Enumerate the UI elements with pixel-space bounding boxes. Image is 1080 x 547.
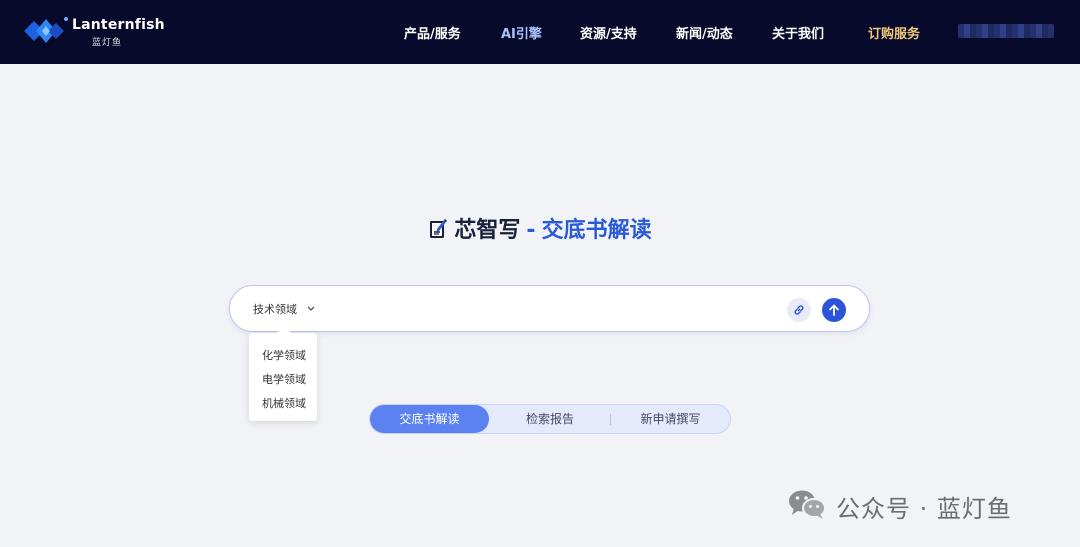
tech-domain-label: 技术领域 — [253, 303, 297, 316]
dropdown-option-chemistry[interactable]: 化学领域 — [262, 347, 306, 363]
title-product-name: 芯智写 — [454, 218, 521, 243]
query-box: 技术领域 — [229, 285, 880, 332]
nav-news[interactable]: 新闻/动态 — [676, 23, 733, 42]
tab-disclosure-interpretation[interactable]: 交底书解读 — [370, 405, 489, 433]
watermark-text: 公众号 · 蓝灯鱼 — [836, 495, 1012, 523]
tab-search-report[interactable]: 检索报告 — [490, 405, 610, 433]
top-navigation-bar: Lanternfish 蓝灯鱼 产品/服务 AI引擎 资源/支持 新闻/动态 关… — [0, 0, 1080, 64]
nav-resources[interactable]: 资源/支持 — [580, 23, 637, 42]
tab-new-application-drafting[interactable]: 新申请撰写 — [611, 405, 730, 433]
tech-domain-dropdown: 化学领域 电学领域 机械领域 — [249, 325, 317, 421]
page-title: 芯智写 - 交底书解读 — [0, 212, 1080, 246]
main-nav: 产品/服务 AI引擎 资源/支持 新闻/动态 关于我们 订购服务 — [0, 0, 1080, 64]
nav-ai-engine[interactable]: AI引擎 — [501, 23, 542, 42]
title-separator: - — [526, 218, 536, 243]
title-feature-name: 交底书解读 — [541, 218, 652, 243]
dropdown-option-electrical[interactable]: 电学领域 — [262, 371, 306, 387]
chevron-down-icon — [307, 302, 315, 315]
dropdown-option-mechanical[interactable]: 机械领域 — [262, 395, 306, 411]
nav-about[interactable]: 关于我们 — [772, 23, 824, 42]
arrow-up-icon — [829, 304, 839, 316]
user-account-blurred[interactable] — [958, 24, 1054, 38]
tech-domain-select[interactable]: 技术领域 — [253, 301, 315, 317]
link-icon — [794, 305, 804, 315]
mode-tabs: 交底书解读 检索报告 新申请撰写 — [369, 404, 731, 434]
attach-link-button[interactable] — [787, 298, 811, 322]
nav-subscribe[interactable]: 订购服务 — [868, 23, 920, 42]
send-button[interactable] — [822, 298, 846, 322]
notebook-pen-icon — [428, 218, 448, 246]
wechat-icon — [789, 490, 826, 519]
nav-products[interactable]: 产品/服务 — [404, 23, 461, 42]
